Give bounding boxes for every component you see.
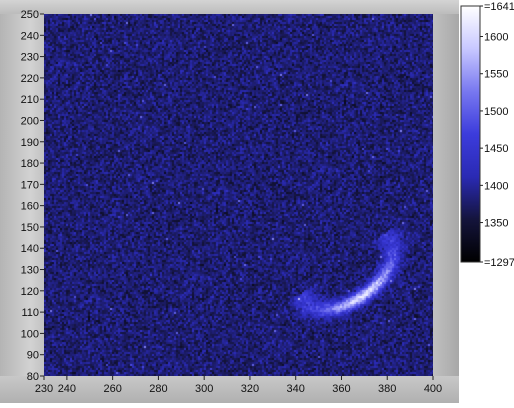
y-tick-label: 80	[27, 371, 39, 383]
y-tick-label: 150	[21, 222, 39, 234]
x-tick-label: 260	[103, 383, 121, 395]
x-tick-label: 230	[35, 383, 53, 395]
y-tick-label: 160	[21, 201, 39, 213]
colorbar-tick-label: 1600	[484, 32, 508, 44]
y-tick-label: 130	[21, 265, 39, 277]
x-tick-label: 300	[195, 383, 213, 395]
colorbar-tick-label: =1297	[484, 257, 514, 269]
y-tick-label: 190	[21, 137, 39, 149]
x-tick-label: 360	[332, 383, 350, 395]
y-tick-label: 200	[21, 115, 39, 127]
colorbar-tick-label: =1641	[484, 1, 514, 13]
x-axis: 230 240 260 280 300 320 340 360 380 400	[35, 376, 442, 395]
x-tick-label: 240	[58, 383, 76, 395]
y-axis: 80 90 100 110 120 130 140 150 160 170 180 190 200 210…	[21, 9, 44, 383]
x-tick-label: 280	[149, 383, 167, 395]
x-tick-label: 320	[241, 383, 259, 395]
colorbar-ramp	[460, 5, 481, 263]
y-tick-label: 120	[21, 286, 39, 298]
axes: 80 90 100 110 120 130 140 150 160 170 180 190 200 210…	[21, 9, 443, 395]
y-tick-label: 140	[21, 243, 39, 255]
y-tick-label: 210	[21, 94, 39, 106]
colorbar: =1297 1350 1400 1450 1500 1550 1600 =1641	[459, 0, 514, 403]
x-tick-label: 340	[287, 383, 305, 395]
y-tick-label: 230	[21, 52, 39, 64]
x-tick-label: 380	[378, 383, 396, 395]
colorbar-svg: =1297 1350 1400 1450 1500 1550 1600 =1641	[460, 1, 514, 269]
y-tick-label: 220	[21, 73, 39, 85]
y-tick-label: 180	[21, 158, 39, 170]
colorbar-tick-label: 1550	[484, 69, 508, 81]
y-tick-label: 240	[21, 30, 39, 42]
colorbar-tick-label: 1400	[484, 180, 508, 192]
x-tick-label: 400	[424, 383, 442, 395]
y-tick-label: 170	[21, 179, 39, 191]
y-tick-label: 90	[27, 350, 39, 362]
colorbar-tick-label: 1450	[484, 143, 508, 155]
colorbar-tick-label: 1500	[484, 106, 508, 118]
y-tick-label: 110	[21, 307, 39, 319]
y-tick-label: 250	[21, 9, 39, 21]
colorbar-tick-label: 1350	[484, 218, 508, 230]
y-tick-label: 100	[21, 328, 39, 340]
